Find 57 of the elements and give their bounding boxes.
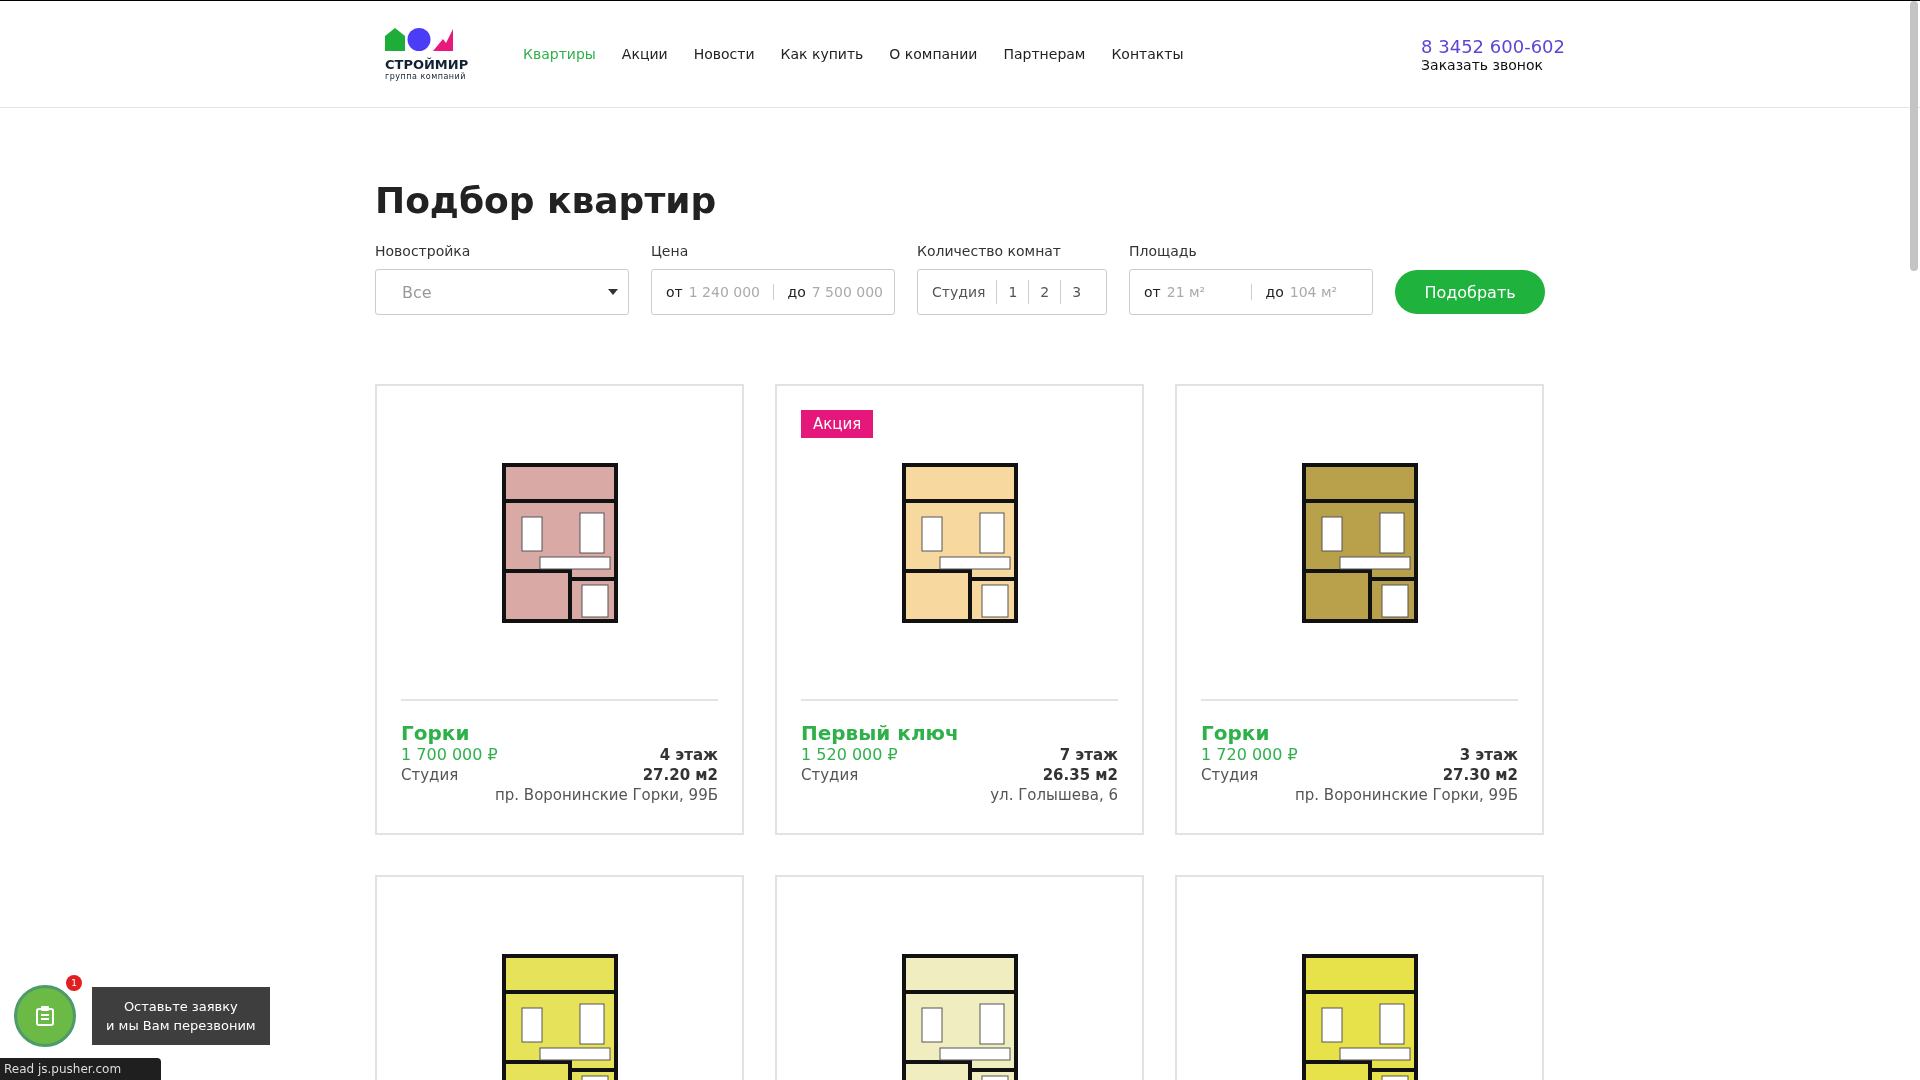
field-prefix: от [1144,284,1161,300]
logo-tagline: группа компаний [385,72,466,81]
filter-label: Цена [651,243,690,259]
nav-link[interactable]: Контакты [1111,46,1184,62]
promo-badge: Акция [801,410,874,438]
apartment-price: 1 700 000 ₽ [401,745,498,765]
complex-name: Первый ключ [801,721,960,745]
apartment-address: пр. Воронинские Горки, 99Б [1295,785,1518,805]
price-from-input[interactable]: 1 240 000 [688,284,769,300]
apartment-area: 26.35 м2 [1042,765,1118,785]
apartment-price: 1 520 000 ₽ [801,745,898,765]
callback-tooltip: Оставьте заявку и мы Вам перезвоним [92,987,270,1045]
apartment-card[interactable]: Акция Первый ключ 1 520 000 ₽ 7 этаж Студия 26.35 м2 ул. Голышева, 6 [775,384,1144,835]
field-prefix: до [787,284,806,300]
filter-label: Площадь [1129,243,1198,259]
apartment-price: 1 720 000 ₽ [1201,745,1298,765]
complex-name: Горки [1201,721,1271,745]
apartment-area: 27.30 м2 [1442,765,1518,785]
logo[interactable]: СТРОЙМИР группа компаний [385,27,473,81]
apartment-card[interactable]: Горки 1 700 000 ₽ 4 этаж Студия 27.20 м2 пр. Воронинские Горки, 99Б [375,384,744,835]
apartment-address: ул. Голышева, 6 [990,785,1118,805]
apartment-floor: 3 этаж [1459,745,1518,765]
nav-link[interactable]: Новости [693,46,755,62]
filter-label: Количество комнат [917,243,1063,259]
notification-badge: 1 [66,975,82,991]
nav-link[interactable]: Как купить [780,46,864,62]
room-option[interactable]: Студия [918,280,997,304]
room-option[interactable]: 1 [996,280,1029,304]
area-to-input[interactable]: 104 м² [1289,284,1370,300]
apartment-type: Студия [401,765,459,785]
apartment-card[interactable]: Горки 1 720 000 ₽ 3 этаж Студия 27.30 м2 пр. Воронинские Горки, 99Б [1175,384,1544,835]
apartment-type: Студия [801,765,859,785]
page-title: Подбор квартир [375,180,718,221]
room-option[interactable]: 3 [1060,280,1093,304]
caret-icon [608,289,618,295]
field-prefix: от [666,284,683,300]
nav-link[interactable]: Партнерам [1003,46,1086,62]
apartment-area: 27.20 м2 [642,765,718,785]
clipboard-icon [36,1006,54,1026]
logo-text: СТРОЙМИР [385,57,469,72]
filter-label: Новостройка [375,243,472,259]
apartment-type: Студия [1201,765,1259,785]
price-to-input[interactable]: 7 500 000 [811,284,892,300]
logo-shapes-icon [385,27,453,51]
callback-link[interactable]: Заказать звонок [1421,56,1543,73]
nav-link[interactable]: Акции [621,46,668,62]
apartment-floor: 4 этаж [659,745,718,765]
field-prefix: до [1265,284,1284,300]
phone-link[interactable]: 8 3452 600-602 [1421,35,1565,57]
apartment-address: пр. Воронинские Горки, 99Б [495,785,718,805]
browser-status-bar: Read js.pusher.com [0,1058,162,1080]
complex-name: Горки [401,721,471,745]
scrollbar[interactable] [1910,1,1918,271]
room-option[interactable]: 2 [1028,280,1061,304]
area-from-input[interactable]: 21 м² [1166,284,1247,300]
nav-link[interactable]: О компании [889,46,978,62]
apartment-floor: 7 этаж [1059,745,1118,765]
